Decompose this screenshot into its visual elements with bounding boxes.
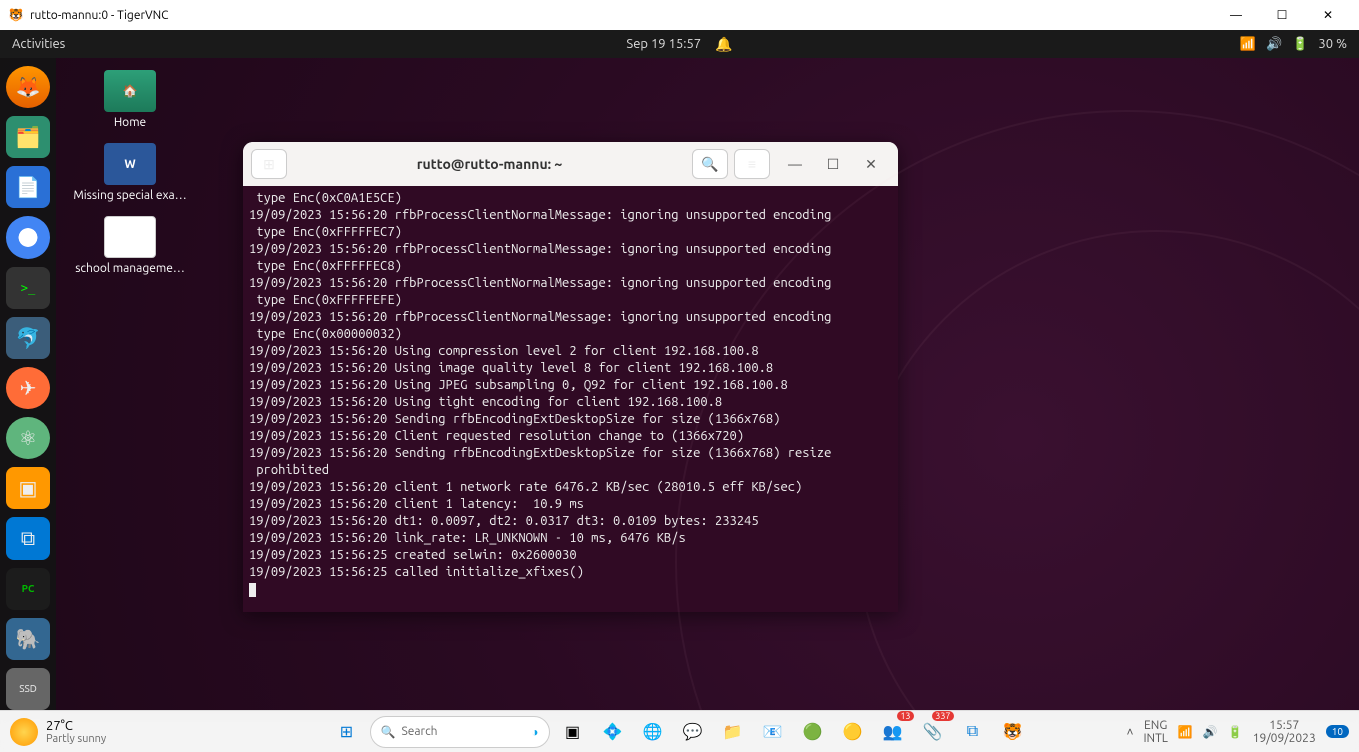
terminal-minimize-button[interactable]: — bbox=[776, 149, 814, 179]
lang-primary: ENG bbox=[1144, 719, 1167, 732]
tigervnc-icon: 🐯 bbox=[8, 7, 24, 23]
battery-percent: 30 % bbox=[1318, 37, 1347, 51]
windows-taskbar: 27°C Partly sunny ⊞ 🔍 Search ◑ ▣ 💠 🌐 💬 📁… bbox=[0, 710, 1359, 752]
taskbar-date: 19/09/2023 bbox=[1253, 732, 1316, 745]
desktop-icons: 🏠 Home W Missing special exa… ▦ school m… bbox=[70, 70, 210, 289]
activities-button[interactable]: Activities bbox=[12, 37, 65, 51]
desktop-icon-missing-special[interactable]: W Missing special exa… bbox=[70, 143, 190, 202]
dock-mysql-workbench[interactable]: 🐬 bbox=[6, 317, 50, 359]
taskbar-teams[interactable]: 👥 bbox=[876, 715, 910, 749]
taskbar-outlook[interactable]: 📧 bbox=[756, 715, 790, 749]
search-placeholder: Search bbox=[401, 725, 525, 738]
topbar-datetime[interactable]: Sep 19 15:57 bbox=[626, 37, 701, 51]
dock-sublime[interactable]: ▣ bbox=[6, 467, 50, 509]
terminal-header: ⊞ rutto@rutto-mannu: ~ 🔍 ≡ — ☐ ✕ bbox=[243, 142, 898, 186]
win-minimize-button[interactable]: — bbox=[1213, 0, 1259, 30]
desktop-icon-label: school manageme… bbox=[75, 262, 185, 275]
terminal-new-tab-button[interactable]: ⊞ bbox=[251, 149, 287, 179]
terminal-menu-button[interactable]: ≡ bbox=[734, 149, 770, 179]
weather-cond: Partly sunny bbox=[46, 733, 106, 745]
taskbar-volume-icon[interactable]: 🔊 bbox=[1203, 725, 1218, 739]
ubuntu-topbar: Activities Sep 19 15:57 🔔 📶 🔊 🔋 30 % bbox=[0, 30, 1359, 58]
taskbar-notification-count[interactable]: 10 bbox=[1326, 725, 1349, 738]
dock-chrome[interactable] bbox=[6, 216, 50, 258]
terminal-maximize-button[interactable]: ☐ bbox=[814, 149, 852, 179]
terminal-title: rutto@rutto-mannu: ~ bbox=[293, 156, 686, 172]
lang-secondary: INTL bbox=[1143, 732, 1167, 745]
weather-temp: 27°C bbox=[46, 719, 106, 733]
taskbar-copilot[interactable]: 💠 bbox=[596, 715, 630, 749]
taskbar-battery-icon[interactable]: 🔋 bbox=[1228, 725, 1243, 739]
bing-chat-icon[interactable]: ◑ bbox=[531, 725, 538, 739]
taskbar-weather[interactable]: 27°C Partly sunny bbox=[10, 718, 290, 746]
vnc-viewport[interactable]: Activities Sep 19 15:57 🔔 📶 🔊 🔋 30 % 🦊 🗂… bbox=[0, 30, 1359, 710]
image-file-icon: ▦ bbox=[104, 216, 156, 258]
dock-postgres[interactable]: 🐘 bbox=[6, 618, 50, 660]
taskbar-clock[interactable]: 15:57 19/09/2023 bbox=[1253, 719, 1316, 745]
dock-terminal[interactable]: >_ bbox=[6, 267, 50, 309]
dock-atom[interactable]: ⚛ bbox=[6, 417, 50, 459]
taskbar-explorer[interactable]: 📁 bbox=[716, 715, 750, 749]
tigervnc-title: rutto-mannu:0 - TigerVNC bbox=[30, 9, 169, 22]
taskbar-chat[interactable]: 💬 bbox=[676, 715, 710, 749]
folder-icon: 🏠 bbox=[104, 70, 156, 112]
dock-disk[interactable]: SSD bbox=[6, 668, 50, 710]
taskbar-time: 15:57 bbox=[1269, 719, 1299, 732]
taskbar-language[interactable]: ENG INTL bbox=[1143, 719, 1167, 745]
taskbar-wifi-icon[interactable]: 📶 bbox=[1178, 725, 1193, 739]
task-view-button[interactable]: ▣ bbox=[556, 715, 590, 749]
desktop-icon-home[interactable]: 🏠 Home bbox=[70, 70, 190, 129]
dock-pycharm[interactable]: PC bbox=[6, 568, 50, 610]
taskbar-office[interactable]: 📎 bbox=[916, 715, 950, 749]
win-close-button[interactable]: ✕ bbox=[1305, 0, 1351, 30]
taskbar-edge[interactable]: 🌐 bbox=[636, 715, 670, 749]
taskbar-whatsapp[interactable]: 🟢 bbox=[796, 715, 830, 749]
terminal-close-button[interactable]: ✕ bbox=[852, 149, 890, 179]
volume-icon[interactable]: 🔊 bbox=[1266, 37, 1282, 52]
terminal-cursor bbox=[249, 583, 256, 597]
terminal-body[interactable]: type Enc(0xC0A1E5CE) 19/09/2023 15:56:20… bbox=[243, 186, 898, 612]
terminal-search-button[interactable]: 🔍 bbox=[692, 149, 728, 179]
battery-icon[interactable]: 🔋 bbox=[1292, 37, 1308, 52]
wifi-icon[interactable]: 📶 bbox=[1240, 37, 1256, 52]
taskbar-chevron-up-icon[interactable]: ˄ bbox=[1126, 725, 1133, 739]
word-doc-icon: W bbox=[104, 143, 156, 185]
desktop-icon-label: Missing special exa… bbox=[73, 189, 186, 202]
taskbar-chrome[interactable]: 🟡 bbox=[836, 715, 870, 749]
weather-icon bbox=[10, 718, 38, 746]
dock-vscode[interactable]: ⧉ bbox=[6, 517, 50, 559]
start-button[interactable]: ⊞ bbox=[330, 715, 364, 749]
notifications-icon[interactable]: 🔔 bbox=[715, 36, 732, 53]
taskbar-right: ˄ ENG INTL 📶 🔊 🔋 15:57 19/09/2023 10 bbox=[1126, 719, 1349, 745]
desktop-icon-school-management[interactable]: ▦ school manageme… bbox=[70, 216, 190, 275]
dock-files[interactable]: 🗂️ bbox=[6, 116, 50, 158]
taskbar-tigervnc[interactable]: 🐯 bbox=[996, 715, 1030, 749]
dock-postman[interactable]: ✈ bbox=[6, 367, 50, 409]
search-icon: 🔍 bbox=[381, 725, 396, 739]
win-maximize-button[interactable]: ☐ bbox=[1259, 0, 1305, 30]
dock-firefox[interactable]: 🦊 bbox=[6, 66, 50, 108]
desktop-icon-label: Home bbox=[114, 116, 146, 129]
dock-libreoffice-writer[interactable]: 📄 bbox=[6, 166, 50, 208]
tigervnc-titlebar: 🐯 rutto-mannu:0 - TigerVNC — ☐ ✕ bbox=[0, 0, 1359, 30]
terminal-window[interactable]: ⊞ rutto@rutto-mannu: ~ 🔍 ≡ — ☐ ✕ type En… bbox=[243, 142, 898, 612]
taskbar-search[interactable]: 🔍 Search ◑ bbox=[370, 716, 550, 748]
taskbar-vscode[interactable]: ⧉ bbox=[956, 715, 990, 749]
taskbar-center: ⊞ 🔍 Search ◑ ▣ 💠 🌐 💬 📁 📧 🟢 🟡 👥 📎 ⧉ 🐯 bbox=[330, 715, 1030, 749]
ubuntu-dock: 🦊 🗂️ 📄 >_ 🐬 ✈ ⚛ ▣ ⧉ PC 🐘 SSD bbox=[0, 58, 56, 710]
